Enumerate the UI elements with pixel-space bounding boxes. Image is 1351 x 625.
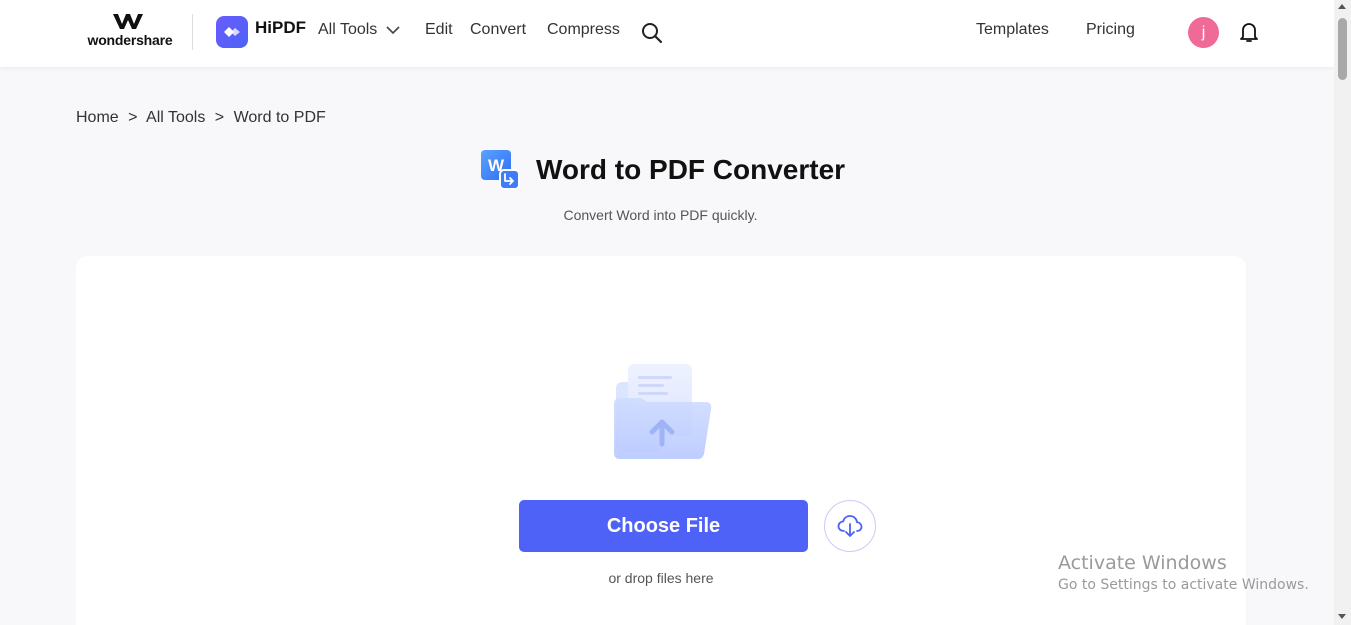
choose-file-button[interactable]: Choose File (519, 500, 808, 552)
nav-convert[interactable]: Convert (470, 21, 526, 39)
breadcrumb-home[interactable]: Home (76, 109, 119, 126)
page-scrollbar[interactable] (1334, 0, 1351, 625)
wondershare-brand-text: wondershare (87, 32, 173, 48)
activate-windows-title: Activate Windows (1058, 552, 1227, 574)
nav-compress[interactable]: Compress (547, 21, 620, 39)
page-title: Word to PDF Converter (536, 154, 846, 185)
bell-icon[interactable] (1239, 21, 1259, 43)
page-header: W Word to PDF Converter (480, 150, 845, 190)
scroll-down-arrow-icon[interactable] (1338, 614, 1346, 619)
chevron-down-icon (386, 25, 400, 34)
cloud-import-button[interactable] (824, 500, 876, 552)
scroll-up-arrow-icon[interactable] (1338, 4, 1346, 9)
scroll-thumb[interactable] (1338, 18, 1347, 80)
breadcrumb-separator: > (128, 109, 138, 126)
cloud-download-icon (837, 515, 863, 537)
search-icon[interactable] (641, 22, 663, 44)
nav-templates[interactable]: Templates (976, 21, 1049, 39)
folder-upload-icon (614, 364, 712, 459)
breadcrumb: Home > All Tools > Word to PDF (76, 109, 326, 127)
word-to-pdf-icon: W (481, 150, 520, 190)
breadcrumb-current: Word to PDF (233, 109, 326, 126)
page-subtitle: Convert Word into PDF quickly. (563, 207, 758, 223)
breadcrumb-all-tools[interactable]: All Tools (146, 109, 205, 126)
wondershare-logo[interactable]: wondershare (82, 12, 178, 56)
hipdf-logo[interactable]: HiPDF (216, 16, 306, 48)
activate-windows-subtitle: Go to Settings to activate Windows. (1058, 577, 1309, 593)
top-navbar: wondershare HiPDF All Tools Edit Convert… (0, 0, 1334, 67)
header-divider (192, 14, 193, 50)
user-avatar[interactable]: j (1188, 17, 1219, 48)
hipdf-logo-icon (216, 16, 248, 48)
breadcrumb-separator: > (214, 109, 225, 126)
nav-all-tools[interactable]: All Tools (318, 21, 400, 39)
wondershare-logo-icon (113, 14, 143, 29)
nav-edit[interactable]: Edit (425, 21, 453, 39)
activate-windows-watermark: Activate Windows Go to Settings to activ… (1058, 552, 1309, 593)
hipdf-brand-text: HiPDF (255, 18, 306, 37)
nav-all-tools-label: All Tools (318, 21, 378, 38)
nav-pricing[interactable]: Pricing (1086, 21, 1135, 39)
